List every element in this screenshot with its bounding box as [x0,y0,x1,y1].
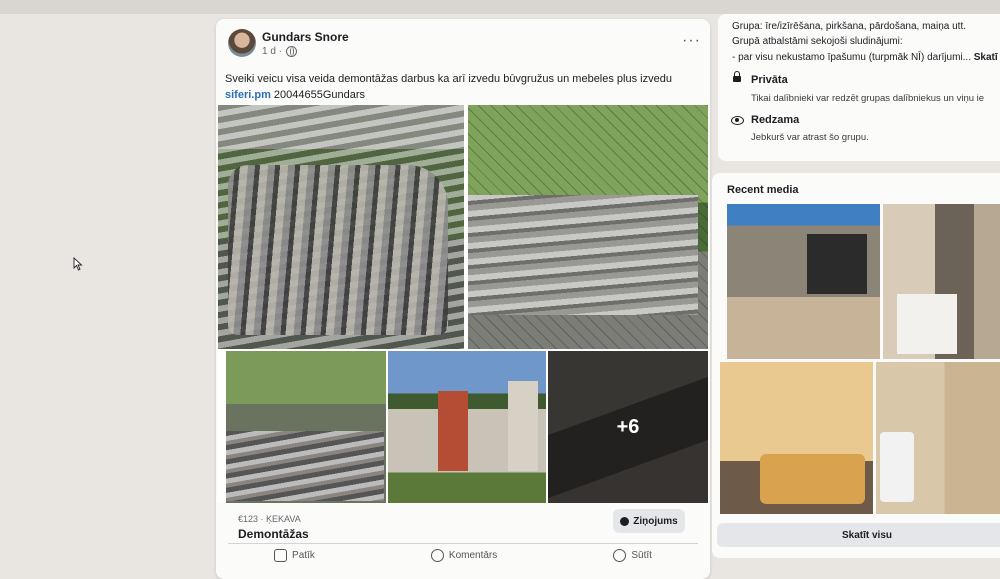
like-label: Patīk [292,550,315,561]
photo-4[interactable] [388,351,546,503]
post-time[interactable]: 1 d · [262,46,282,57]
browser-top-edge [0,0,1000,14]
comment-icon [430,549,444,562]
divider [228,543,698,544]
post-text-rest: 20044655Gundars [270,89,366,101]
visibility-description: Jebkurš var atrast šo grupu. [751,132,869,143]
share-label: Sūtīt [631,550,652,561]
group-about-panel: Grupa: īre/izīrēšana, pirkšana, pārdošan… [718,14,1000,161]
visibility-title: Redzama [751,114,800,126]
messenger-icon [620,516,630,526]
photo-5-more[interactable]: +6 [548,351,708,503]
privacy-title: Privāta [751,74,788,86]
photo-2[interactable] [468,105,708,349]
globe-icon [286,46,298,57]
about-line-3-text: - par visu nekustamo īpašumu (turpmāk NĪ… [732,52,971,63]
photo-3[interactable] [226,351,386,503]
recent-media-panel: Recent media Skatīt visu [712,173,1000,558]
comment-label: Komentārs [448,550,498,561]
messenger-share-icon [613,549,627,562]
recent-media-4[interactable] [876,362,1000,514]
like-button[interactable]: Patīk [274,549,315,562]
author-avatar[interactable] [228,29,256,57]
recent-media-2[interactable] [883,204,1000,359]
message-button-label: Ziņojums [633,515,678,527]
about-line-2: Grupā atbalstāmi sekojoši sludinājumi: [732,36,903,47]
privacy-description: Tikai dalībnieki var redzēt grupas dalīb… [751,93,985,104]
about-line-3: - par visu nekustamo īpašumu (turpmāk NĪ… [732,52,998,63]
more-photos-count[interactable]: +6 [548,351,708,503]
comment-button[interactable]: Komentārs [430,549,498,562]
about-line-1: Grupa: īre/izīrēšana, pirkšana, pārdošan… [732,21,967,32]
share-button[interactable]: Sūtīt [613,549,652,562]
marketplace-post-card: Gundars Snore 1 d · ··· Sveiki veicu vis… [216,19,710,579]
post-text: Sveiki veicu visa veida demontāžas darbu… [225,71,695,103]
recent-media-3[interactable] [720,362,873,514]
mouse-cursor-icon [73,257,83,271]
recent-media-1[interactable] [727,204,880,359]
see-all-button[interactable]: Skatīt visu [717,523,1000,547]
post-text-main: Sveiki veicu visa veida demontāžas darbu… [225,73,672,85]
message-button[interactable]: Ziņojums [613,509,685,533]
lock-icon [733,71,741,82]
listing-price-location: €123 · ĶEKAVA [238,514,301,524]
photo-1[interactable] [218,105,464,349]
author-name[interactable]: Gundars Snore [262,30,349,44]
post-meta: 1 d · [262,46,298,57]
eye-icon [731,116,744,125]
post-link[interactable]: siferi.pm [225,89,271,101]
more-options-icon[interactable]: ··· [682,33,701,49]
photo-grid: +6 [218,105,708,503]
recent-media-title: Recent media [727,184,799,196]
listing-title[interactable]: Demontāžas [238,527,309,541]
see-more-link[interactable]: Skatī [974,52,998,63]
post-actions: Patīk Komentārs Sūtīt [216,549,710,562]
thumbs-up-icon [274,549,288,562]
